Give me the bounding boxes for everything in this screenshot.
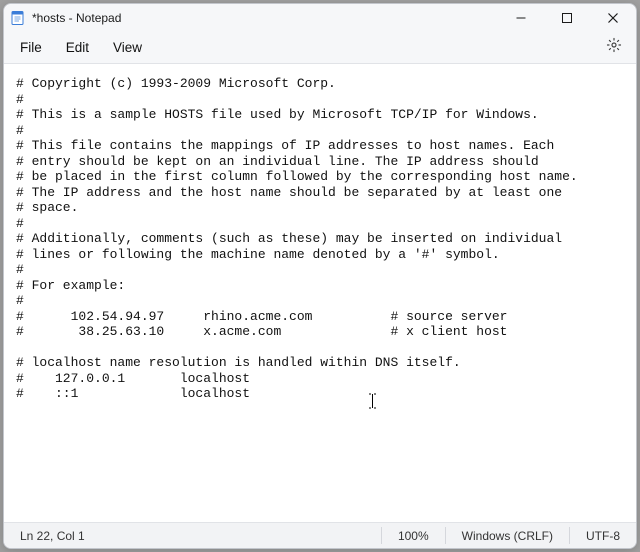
titlebar[interactable]: *hosts - Notepad [4, 4, 636, 32]
settings-button[interactable] [602, 33, 632, 62]
status-encoding[interactable]: UTF-8 [570, 523, 636, 548]
window-title: *hosts - Notepad [32, 11, 121, 25]
maximize-button[interactable] [544, 4, 590, 32]
notepad-app-icon [10, 10, 26, 26]
close-button[interactable] [590, 4, 636, 32]
gear-icon [606, 37, 622, 58]
editor-area[interactable]: # Copyright (c) 1993-2009 Microsoft Corp… [4, 64, 636, 522]
menu-file[interactable]: File [8, 36, 54, 59]
menubar: File Edit View [4, 32, 636, 64]
menu-edit[interactable]: Edit [54, 36, 101, 59]
status-zoom[interactable]: 100% [382, 523, 445, 548]
status-position: Ln 22, Col 1 [4, 529, 85, 543]
minimize-button[interactable] [498, 4, 544, 32]
statusbar: Ln 22, Col 1 100% Windows (CRLF) UTF-8 [4, 522, 636, 548]
window-controls [498, 4, 636, 32]
status-lineending[interactable]: Windows (CRLF) [446, 523, 569, 548]
text-cursor-icon [368, 393, 377, 413]
notepad-window: *hosts - Notepad File Edit View [3, 3, 637, 549]
editor-text[interactable]: # Copyright (c) 1993-2009 Microsoft Corp… [16, 76, 636, 402]
menu-view[interactable]: View [101, 36, 154, 59]
